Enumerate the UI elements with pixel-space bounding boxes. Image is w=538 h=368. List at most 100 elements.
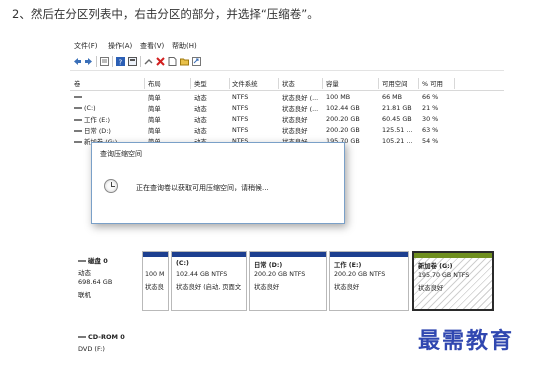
column-header[interactable]: 布局 — [148, 79, 161, 88]
table-row[interactable]: (C:) 简单 动态 NTFS 状态良好 (... 102.44 GB 21.8… — [70, 103, 504, 114]
filesystem-cell: NTFS — [232, 104, 249, 112]
menu-bar: 文件(F) 操作(A) 查看(V) 帮助(H) — [70, 38, 504, 52]
disk-size: 698.64 GB — [78, 278, 113, 286]
table-row[interactable]: 工作 (E:) 简单 动态 NTFS 状态良好 200.20 GB 60.45 … — [70, 114, 504, 125]
column-header[interactable]: 类型 — [194, 79, 207, 88]
partition-name: (C:) — [176, 260, 189, 267]
query-shrink-dialog: 查询压缩空间 正在查询卷以获取可用压缩空间，请稍候... — [91, 142, 345, 224]
volume-name: 日常 (D:) — [84, 127, 111, 135]
menu-help[interactable]: 帮助(H) — [172, 41, 197, 51]
volume-icon — [74, 130, 82, 132]
partition-color-bar — [414, 253, 492, 258]
busy-clock-icon — [104, 179, 118, 193]
filesystem-cell: NTFS — [232, 93, 249, 101]
free-space-cell: 105.21 ... — [382, 137, 413, 145]
help-icon[interactable]: ? — [116, 57, 125, 66]
partition-size: 100 M — [145, 271, 165, 278]
capacity-cell: 102.44 GB — [326, 104, 360, 112]
forward-arrow-icon[interactable] — [84, 57, 93, 66]
disk-icon — [78, 260, 86, 262]
instruction-caption: 2、然后在分区列表中，右击分区的部分，并选择“压缩卷”。 — [12, 7, 319, 21]
back-arrow-icon[interactable] — [73, 57, 82, 66]
toolbar-divider — [140, 56, 141, 67]
column-header[interactable]: % 可用 — [422, 79, 443, 88]
partition-color-bar — [143, 252, 168, 257]
volume-name: 工作 (E:) — [84, 116, 110, 124]
free-space-cell: 60.45 GB — [382, 115, 412, 123]
svg-text:?: ? — [119, 59, 123, 67]
type-cell: 动态 — [194, 105, 207, 113]
status-cell: 状态良好 (... — [282, 94, 319, 102]
partition-c[interactable]: (C:) 102.44 GB NTFS 状态良好 (启动, 页面文 — [171, 251, 247, 311]
properties-icon[interactable] — [128, 57, 137, 66]
free-space-cell: 125.51 ... — [382, 126, 413, 134]
column-header[interactable]: 可用空间 — [382, 79, 408, 88]
capacity-cell: 200.20 GB — [326, 115, 360, 123]
partition-status: 状态良好 — [418, 285, 444, 292]
partition-status: 状态良好 (启动, 页面文 — [176, 284, 242, 291]
column-header[interactable]: 状态 — [282, 79, 295, 88]
cdrom-0-label[interactable]: CD-ROM 0 DVD (F:) — [70, 329, 142, 361]
free-space-cell: 66 MB — [382, 93, 403, 101]
volume-icon — [74, 107, 82, 109]
percent-free-cell: 54 % — [422, 137, 439, 145]
volume-name: (C:) — [84, 104, 96, 112]
toolbar-divider — [112, 56, 113, 67]
disk-0-label[interactable]: 磁盘 0 动态 698.64 GB 联机 — [70, 251, 142, 311]
menu-view[interactable]: 查看(V) — [140, 41, 164, 51]
column-header[interactable]: 容量 — [326, 79, 339, 88]
column-header[interactable]: 卷 — [74, 79, 80, 88]
partition-e[interactable]: 工作 (E:) 200.20 GB NTFS 状态良好 — [329, 251, 409, 311]
layout-cell: 简单 — [148, 127, 161, 135]
cdrom-icon — [78, 336, 86, 338]
export-icon[interactable] — [192, 57, 201, 66]
disk-0-partitions: 100 M 状态良 (C:) 102.44 GB NTFS 状态良好 (启动, … — [142, 251, 494, 311]
partition-g-selected[interactable]: 新加卷 (G:) 195.70 GB NTFS 状态良好 — [412, 251, 494, 311]
volume-list-header: 卷 布局 类型 文件系统 状态 容量 可用空间 % 可用 — [70, 78, 504, 91]
volume-icon — [74, 96, 82, 98]
table-row[interactable]: 日常 (D:) 简单 动态 NTFS 状态良好 200.20 GB 125.51… — [70, 125, 504, 136]
partition-status: 状态良好 — [254, 284, 280, 291]
disk-type: 动态 — [78, 269, 91, 277]
column-header[interactable]: 文件系统 — [232, 79, 258, 88]
menu-file[interactable]: 文件(F) — [74, 41, 98, 51]
partition-color-bar — [250, 252, 326, 257]
partition-d[interactable]: 日常 (D:) 200.20 GB NTFS 状态良好 — [249, 251, 327, 311]
partition-name: 日常 (D:) — [254, 262, 283, 269]
watermark-logo: 最需教育 — [418, 328, 515, 354]
filesystem-cell: NTFS — [232, 126, 249, 134]
partition-size: 200.20 GB NTFS — [254, 271, 306, 278]
type-cell: 动态 — [194, 116, 207, 124]
delete-icon[interactable] — [156, 57, 165, 66]
volume-icon — [74, 141, 82, 143]
partition-status: 状态良 — [145, 284, 164, 291]
cdrom-name: CD-ROM 0 — [88, 333, 125, 341]
layout-cell: 简单 — [148, 94, 161, 102]
connect-icon[interactable] — [144, 57, 153, 66]
partition-color-bar — [330, 252, 408, 257]
status-cell: 状态良好 — [282, 116, 308, 124]
capacity-cell: 200.20 GB — [326, 126, 360, 134]
layout-cell: 简单 — [148, 116, 161, 124]
status-cell: 状态良好 (... — [282, 105, 319, 113]
free-space-cell: 21.81 GB — [382, 104, 412, 112]
percent-free-cell: 63 % — [422, 126, 439, 134]
cdrom-type: DVD (F:) — [78, 345, 105, 353]
list-view-icon[interactable] — [100, 57, 109, 66]
table-row[interactable]: 简单 动态 NTFS 状态良好 (... 100 MB 66 MB 66 % — [70, 92, 504, 103]
filesystem-cell: NTFS — [232, 115, 249, 123]
dialog-title: 查询压缩空间 — [100, 150, 142, 158]
partition-status: 状态良好 — [334, 284, 360, 291]
volume-icon — [74, 119, 82, 121]
new-doc-icon[interactable] — [168, 57, 177, 66]
toolbar-divider — [96, 56, 97, 67]
menu-action[interactable]: 操作(A) — [108, 41, 132, 51]
type-cell: 动态 — [194, 127, 207, 135]
type-cell: 动态 — [194, 94, 207, 102]
dialog-message: 正在查询卷以获取可用压缩空间，请稍候... — [136, 184, 269, 192]
disk-status: 联机 — [78, 291, 91, 299]
percent-free-cell: 30 % — [422, 115, 439, 123]
folder-icon[interactable] — [180, 57, 189, 66]
disk-name: 磁盘 0 — [88, 257, 108, 265]
partition-system-reserved[interactable]: 100 M 状态良 — [142, 251, 169, 311]
